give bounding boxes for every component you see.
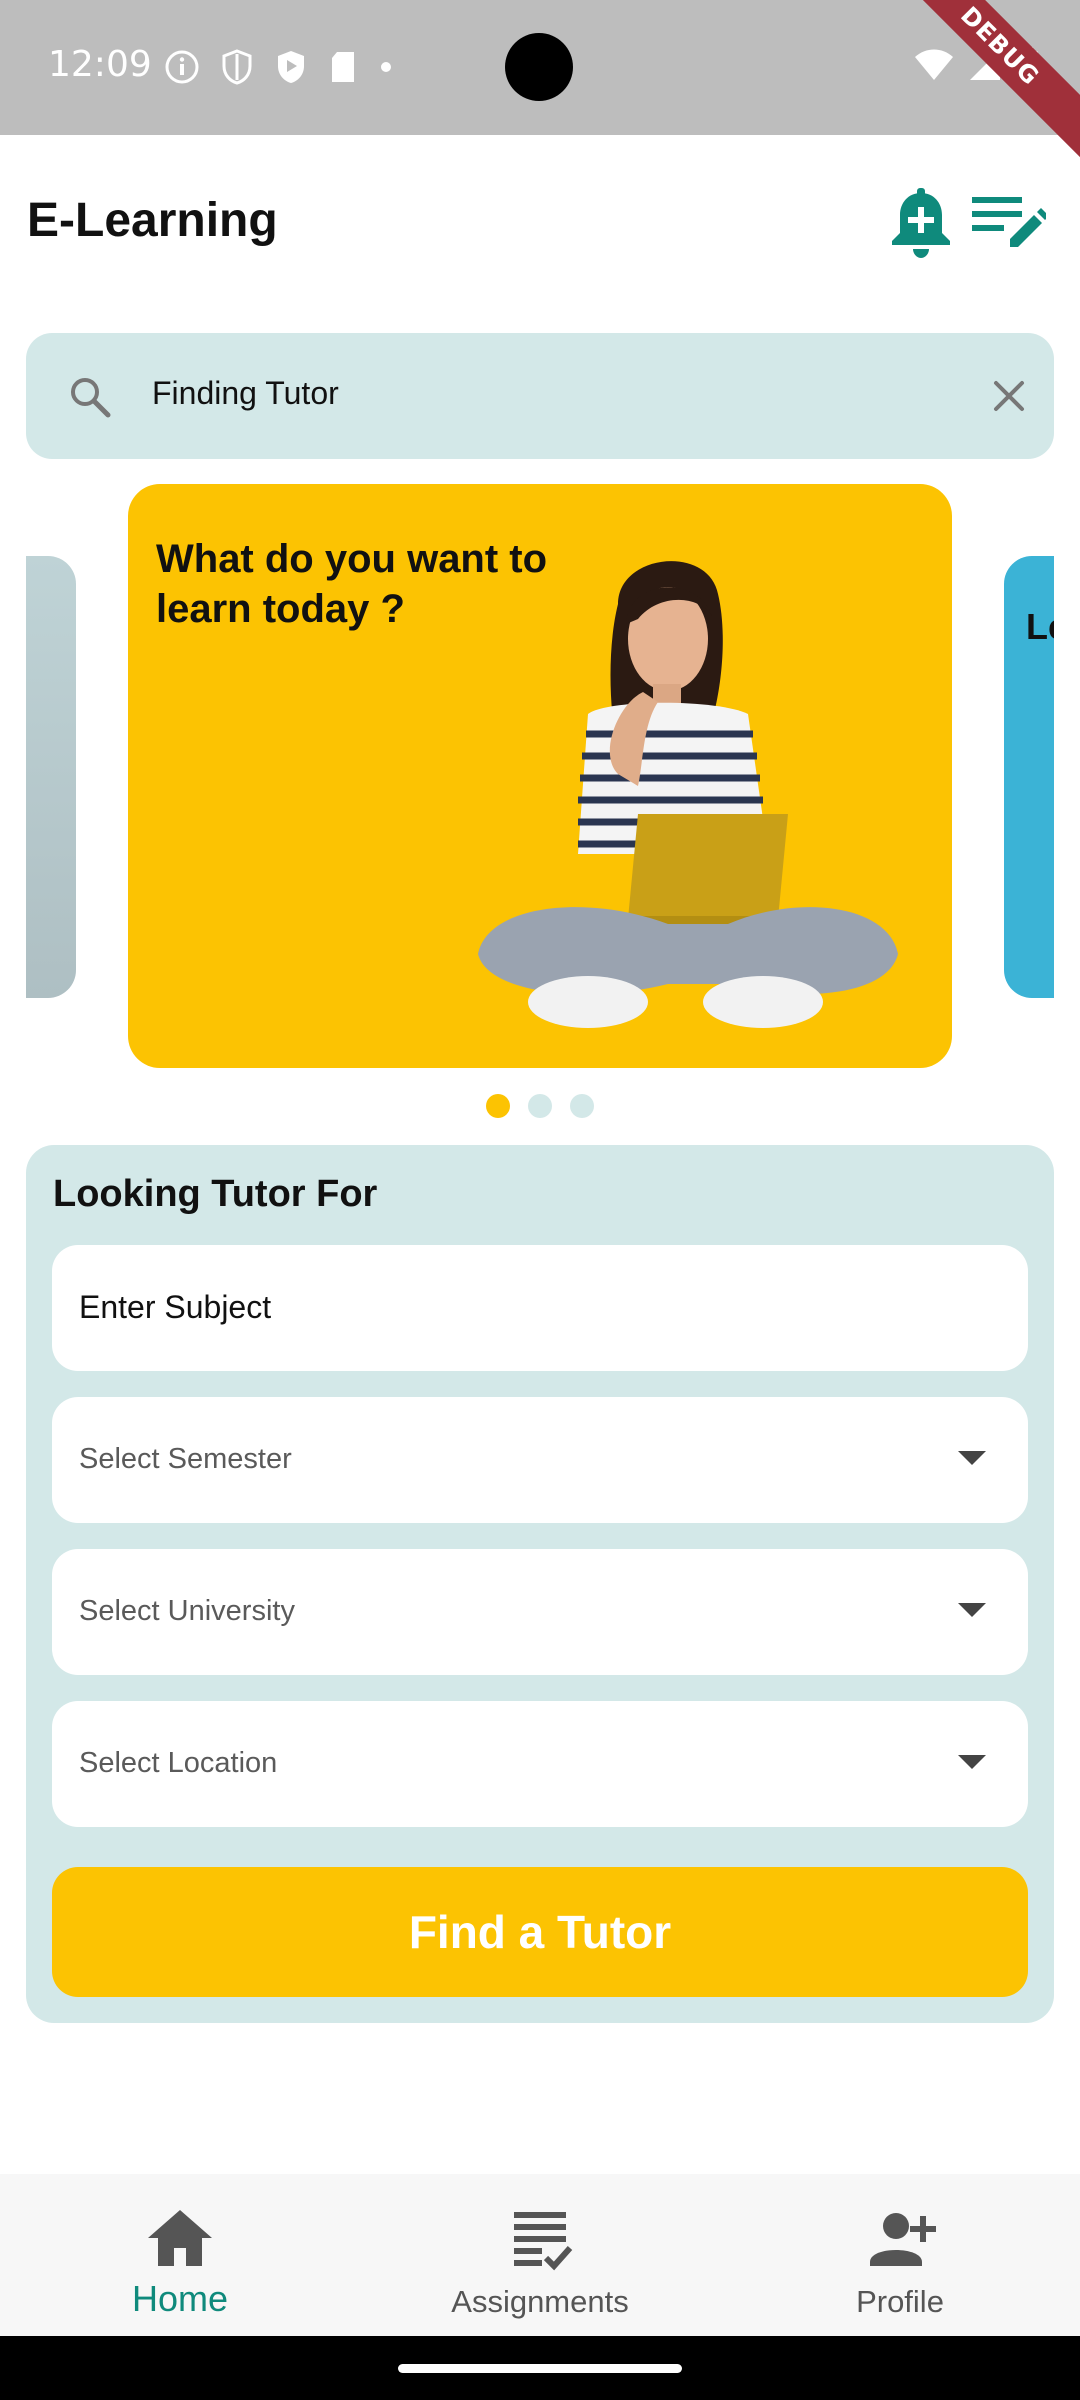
status-bar: 12:09 DEBUG	[0, 0, 1080, 160]
bottom-navigation: Home Assignments Profile	[0, 2174, 1080, 2336]
app-title: E-Learning	[27, 194, 278, 247]
carousel-next-card[interactable]: Le	[1004, 556, 1054, 998]
status-notification-icons	[164, 48, 394, 91]
add-notification-icon[interactable]	[888, 187, 954, 259]
dropdown-arrow-icon	[958, 1755, 986, 1769]
assignments-icon	[504, 2202, 576, 2274]
app-bar: E-Learning	[0, 135, 1080, 305]
carousel-dot-2[interactable]	[528, 1094, 552, 1118]
system-navigation-bar	[0, 2336, 1080, 2400]
banner-carousel[interactable]: What do you want to learn today ? L	[0, 484, 1080, 1074]
carousel-indicator	[0, 1094, 1080, 1118]
form-title: Looking Tutor For	[53, 1173, 378, 1215]
nav-item-home[interactable]: Home	[0, 2174, 360, 2336]
carousel-dot-1[interactable]	[486, 1094, 510, 1118]
carousel-active-card[interactable]: What do you want to learn today ?	[128, 484, 952, 1068]
find-tutor-button[interactable]: Find a Tutor	[52, 1867, 1028, 1997]
clear-icon[interactable]	[990, 377, 1028, 415]
search-input[interactable]: Finding Tutor	[152, 375, 339, 412]
search-icon	[66, 373, 114, 421]
search-bar[interactable]: Finding Tutor	[26, 333, 1054, 459]
dot-icon	[378, 49, 394, 90]
university-dropdown[interactable]: Select University	[52, 1549, 1028, 1675]
nav-item-profile[interactable]: Profile	[720, 2174, 1080, 2336]
nav-item-assignments[interactable]: Assignments	[360, 2174, 720, 2336]
sd-card-icon	[328, 49, 358, 90]
location-dropdown[interactable]: Select Location	[52, 1701, 1028, 1827]
dropdown-arrow-icon	[958, 1451, 986, 1465]
nav-label-assignments: Assignments	[451, 2284, 629, 2319]
play-protect-icon	[274, 48, 308, 91]
semester-placeholder: Select Semester	[79, 1443, 292, 1475]
next-card-peek-text: Le	[1026, 606, 1054, 647]
semester-dropdown[interactable]: Select Semester	[52, 1397, 1028, 1523]
tutor-search-form: Looking Tutor For Enter Subject Select S…	[26, 1145, 1054, 2023]
nav-label-home: Home	[131, 2278, 229, 2319]
home-icon	[144, 2202, 216, 2274]
edit-notes-icon[interactable]	[970, 193, 1049, 255]
dropdown-arrow-icon	[958, 1603, 986, 1617]
home-gesture-handle[interactable]	[398, 2364, 682, 2373]
university-placeholder: Select University	[79, 1595, 295, 1627]
camera-cutout	[505, 33, 573, 101]
info-icon	[164, 49, 200, 90]
status-time: 12:09	[48, 44, 152, 85]
carousel-dot-3[interactable]	[570, 1094, 594, 1118]
person-add-icon	[864, 2202, 936, 2274]
subject-placeholder: Enter Subject	[79, 1289, 272, 1325]
carousel-prev-card[interactable]	[26, 556, 76, 998]
location-placeholder: Select Location	[79, 1747, 278, 1779]
subject-field[interactable]: Enter Subject	[52, 1245, 1028, 1371]
shield-icon	[220, 48, 254, 91]
nav-label-profile: Profile	[856, 2284, 944, 2319]
banner-illustration	[468, 524, 928, 1068]
